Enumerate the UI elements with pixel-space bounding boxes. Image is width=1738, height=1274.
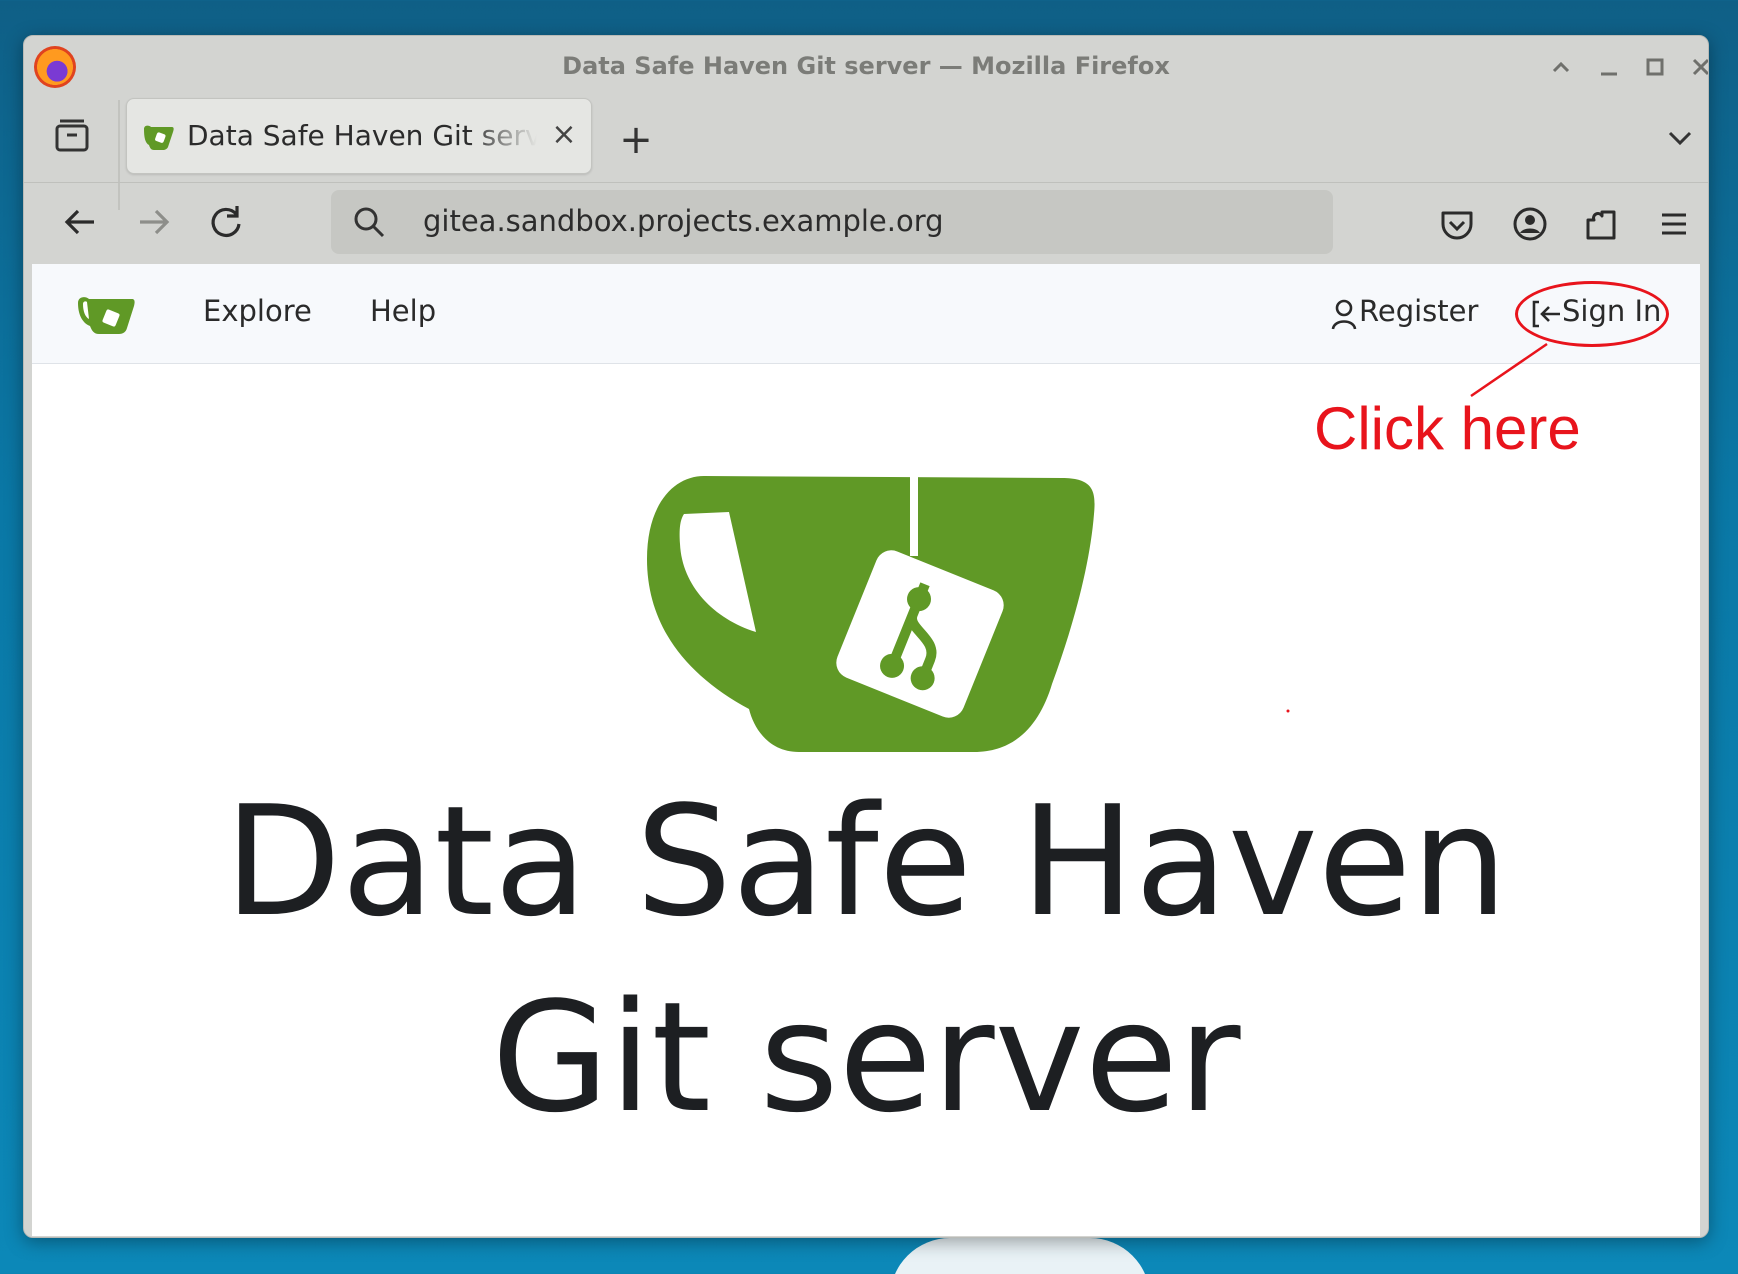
search-icon — [354, 207, 385, 238]
minimize-window-icon[interactable] — [1592, 50, 1626, 84]
register-link[interactable]: Register — [1359, 294, 1478, 328]
annotation-ellipse — [1515, 281, 1669, 347]
hero-title-line-2: Git server — [491, 969, 1241, 1146]
hamburger-menu-icon[interactable] — [1650, 200, 1698, 248]
hero-title-line-1: Data Safe Haven — [224, 773, 1508, 950]
tab-title: Data Safe Haven Git server — [187, 119, 537, 152]
gitea-logo-icon[interactable] — [74, 292, 136, 336]
desktop-background-shape — [890, 1238, 1150, 1274]
person-icon — [1331, 299, 1357, 330]
annotation-text: Click here — [1314, 395, 1581, 462]
gitea-navbar: Explore Help Register Sign In — [32, 264, 1700, 364]
tab-close-icon[interactable]: × — [547, 117, 581, 153]
back-arrow-icon[interactable] — [56, 198, 104, 246]
extensions-icon[interactable] — [1578, 200, 1626, 248]
tab-list-chevron-down-icon[interactable] — [1660, 118, 1700, 158]
titlebar: Data Safe Haven Git server — Mozilla Fir… — [24, 36, 1708, 96]
reload-icon[interactable] — [202, 198, 250, 246]
tab-overview-icon[interactable] — [52, 116, 92, 156]
window-title: Data Safe Haven Git server — Mozilla Fir… — [562, 52, 1170, 80]
maximize-window-icon[interactable] — [1638, 50, 1672, 84]
forward-arrow-icon[interactable] — [130, 198, 178, 246]
nav-help-link[interactable]: Help — [370, 294, 436, 328]
account-icon[interactable] — [1506, 200, 1554, 248]
nav-explore-link[interactable]: Explore — [203, 294, 312, 328]
collapse-window-icon[interactable] — [1544, 50, 1578, 84]
pocket-icon[interactable] — [1433, 200, 1481, 248]
url-bar[interactable]: gitea.sandbox.projects.example.org — [331, 190, 1333, 254]
tab-active[interactable]: Data Safe Haven Git server × — [126, 98, 592, 174]
close-window-icon[interactable] — [1684, 50, 1708, 84]
url-text[interactable]: gitea.sandbox.projects.example.org — [423, 204, 944, 238]
gitea-hero-logo — [647, 476, 1095, 752]
new-tab-icon[interactable]: + — [616, 120, 656, 160]
gitea-favicon-icon — [144, 125, 174, 150]
hero-title: Data Safe Haven Git server — [32, 764, 1700, 1156]
firefox-window: Data Safe Haven Git server — Mozilla Fir… — [23, 35, 1709, 1238]
